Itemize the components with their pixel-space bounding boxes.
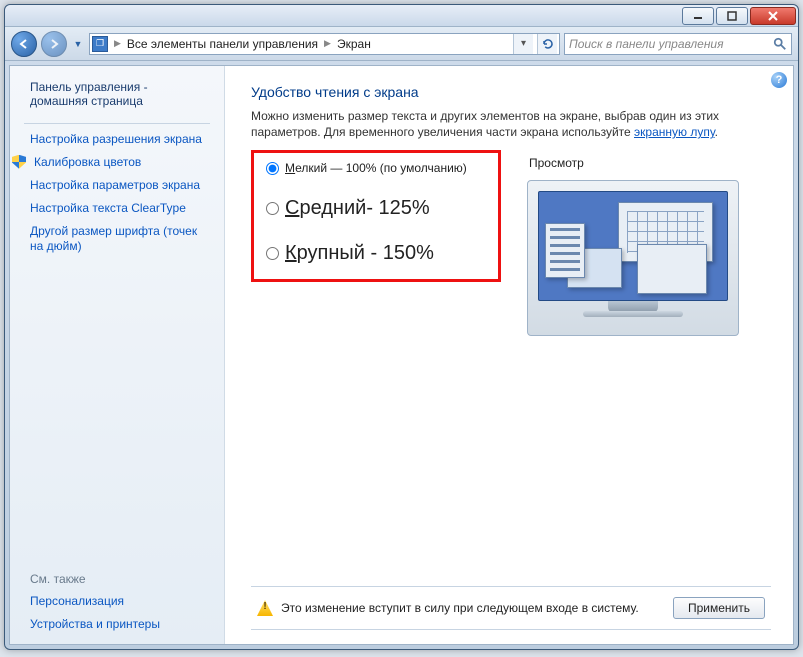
client-area: ? Панель управления - домашняя страница … xyxy=(9,65,794,645)
maximize-button[interactable] xyxy=(716,7,748,25)
sidebar-link[interactable]: Другой размер шрифта (точек на дюйм) xyxy=(10,220,224,258)
search-placeholder: Поиск в панели управления xyxy=(569,37,769,51)
breadcrumb-current[interactable]: Экран xyxy=(337,37,371,51)
notice-bar: Это изменение вступит в силу при следующ… xyxy=(251,586,771,630)
minimize-button[interactable] xyxy=(682,7,714,25)
dpi-radio[interactable] xyxy=(266,162,279,175)
see-also-title: См. также xyxy=(10,568,224,590)
sidebar-link-label: Калибровка цветов xyxy=(34,155,141,170)
sidebar: Панель управления - домашняя страница На… xyxy=(10,66,225,644)
magnifier-link[interactable]: экранную лупу xyxy=(634,125,715,139)
notice-text: Это изменение вступит в силу при следующ… xyxy=(281,601,639,615)
sidebar-link-label: Настройка параметров экрана xyxy=(30,178,200,193)
history-dropdown[interactable]: ▼ xyxy=(71,31,85,57)
sidebar-link[interactable]: Настройка текста ClearType xyxy=(10,197,224,220)
breadcrumb-root[interactable]: Все элементы панели управления xyxy=(127,37,318,51)
dpi-options: Мелкий — 100% (по умолчанию) Средний- 125… xyxy=(251,150,501,282)
control-panel-window: ▼ ❐ ▶ Все элементы панели управления ▶ Э… xyxy=(4,4,799,650)
dpi-option-label: Средний- 125% xyxy=(285,197,430,220)
sidebar-link[interactable]: Настройка параметров экрана xyxy=(10,174,224,197)
sidebar-link-label: Другой размер шрифта (точек на дюйм) xyxy=(30,224,210,254)
search-box[interactable]: Поиск в панели управления xyxy=(564,33,792,55)
refresh-button[interactable] xyxy=(537,34,557,54)
breadcrumb-sep-icon: ▶ xyxy=(322,38,333,49)
preview-title: Просмотр xyxy=(529,156,739,170)
address-bar[interactable]: ❐ ▶ Все элементы панели управления ▶ Экр… xyxy=(89,33,560,55)
dpi-option-label: Крупный - 150% xyxy=(285,242,434,265)
dpi-radio[interactable] xyxy=(266,202,279,215)
search-icon xyxy=(773,37,787,51)
dpi-option[interactable]: Мелкий — 100% (по умолчанию) xyxy=(266,161,480,175)
control-panel-icon: ❐ xyxy=(92,36,108,52)
apply-button[interactable]: Применить xyxy=(673,597,765,619)
sidebar-link-label: Настройка разрешения экрана xyxy=(30,132,202,147)
breadcrumb-sep-icon: ▶ xyxy=(112,38,123,49)
sidebar-home-link[interactable]: Панель управления - домашняя страница xyxy=(10,78,224,119)
page-title: Удобство чтения с экрана xyxy=(251,84,771,100)
forward-button[interactable] xyxy=(41,31,67,57)
dpi-option-label: Мелкий — 100% (по умолчанию) xyxy=(285,161,467,175)
sidebar-link[interactable]: Настройка разрешения экрана xyxy=(10,128,224,151)
sidebar-link-label: Настройка текста ClearType xyxy=(30,201,186,216)
main-content: Удобство чтения с экрана Можно изменить … xyxy=(225,66,793,644)
address-dropdown[interactable]: ▾ xyxy=(513,34,533,54)
dpi-radio[interactable] xyxy=(266,247,279,260)
dpi-option[interactable]: Крупный - 150% xyxy=(266,242,480,265)
navbar: ▼ ❐ ▶ Все элементы панели управления ▶ Э… xyxy=(5,27,798,61)
sidebar-link[interactable]: Калибровка цветов xyxy=(10,151,224,174)
see-also-link[interactable]: Персонализация xyxy=(10,590,224,613)
back-button[interactable] xyxy=(11,31,37,57)
preview-panel: Просмотр xyxy=(527,150,739,336)
warning-icon xyxy=(257,600,273,616)
shield-icon xyxy=(12,155,26,169)
titlebar xyxy=(5,5,798,27)
dpi-option[interactable]: Средний- 125% xyxy=(266,197,480,220)
divider xyxy=(24,123,210,124)
close-button[interactable] xyxy=(750,7,796,25)
preview-monitor xyxy=(527,180,739,336)
description: Можно изменить размер текста и других эл… xyxy=(251,108,771,140)
see-also-link[interactable]: Устройства и принтеры xyxy=(10,613,224,636)
